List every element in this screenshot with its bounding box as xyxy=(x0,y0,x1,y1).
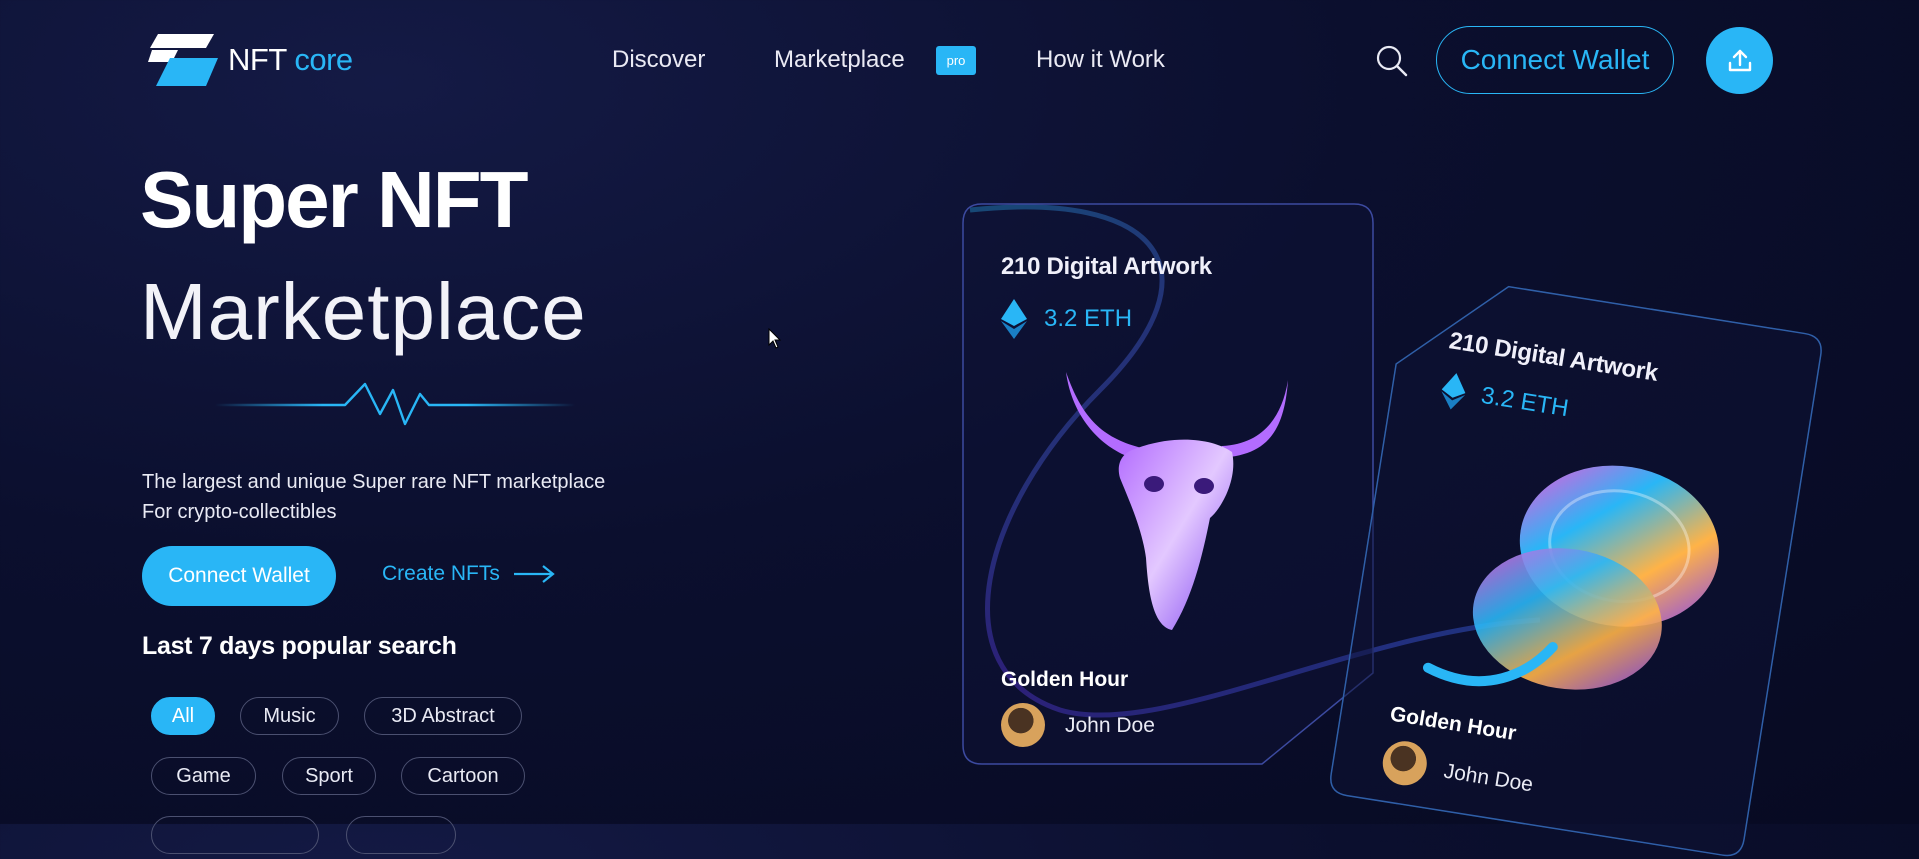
nav-marketplace[interactable]: Marketplace xyxy=(774,46,905,74)
hero-title-bold: Super NFT xyxy=(140,155,528,244)
popular-search-title: Last 7 days popular search xyxy=(142,632,457,660)
pulse-line-icon xyxy=(215,382,575,426)
create-nfts-label: Create NFTs xyxy=(382,562,500,585)
nav-how-it-work[interactable]: How it Work xyxy=(1036,46,1165,74)
hero-connect-wallet-button[interactable]: Connect Wallet xyxy=(142,546,336,606)
ethereum-icon xyxy=(1001,299,1027,339)
card-name: Golden Hour xyxy=(1001,668,1129,691)
chip-game[interactable]: Game xyxy=(151,757,256,795)
nft-card[interactable]: 210 Digital Artwork 3.2 ETH Golden Hour … xyxy=(1327,270,1825,859)
logo-accent: core xyxy=(294,42,353,77)
hero-description-line2: For crypto-collectibles xyxy=(142,501,337,523)
card-owner: John Doe xyxy=(1065,714,1155,737)
logo-text: NFT core xyxy=(228,42,353,78)
abstract-swirl-image xyxy=(1423,465,1719,690)
upload-button[interactable] xyxy=(1706,27,1773,94)
logo[interactable]: NFT core xyxy=(148,34,353,86)
avatar xyxy=(1001,703,1045,747)
hero-description-line1: The largest and unique Super rare NFT ma… xyxy=(142,471,606,493)
upload-icon xyxy=(1728,49,1751,71)
connect-wallet-button[interactable]: Connect Wallet xyxy=(1436,26,1674,94)
card-title: 210 Digital Artwork xyxy=(1001,253,1212,280)
card-price-row: 3.2 ETH xyxy=(1001,299,1132,339)
hero-description: The largest and unique Super rare NFT ma… xyxy=(142,467,605,527)
search-icon[interactable] xyxy=(1375,44,1409,78)
ethereum-icon xyxy=(1441,373,1466,410)
chip-partial[interactable] xyxy=(151,816,319,854)
chip-cartoon[interactable]: Cartoon xyxy=(401,757,525,795)
pro-badge: pro xyxy=(936,46,976,75)
create-nfts-link[interactable]: Create NFTs xyxy=(382,562,556,586)
card-price: 3.2 ETH xyxy=(1044,305,1133,332)
logo-name: NFT xyxy=(228,42,287,77)
mouse-cursor-icon xyxy=(768,328,782,349)
chip-music[interactable]: Music xyxy=(240,697,339,735)
chip-partial[interactable] xyxy=(346,816,456,854)
chip-sport[interactable]: Sport xyxy=(282,757,376,795)
chip-all[interactable]: All xyxy=(151,697,215,735)
bull-skull-image xyxy=(1066,372,1288,630)
logo-mark-icon xyxy=(148,34,218,86)
arrow-right-icon xyxy=(513,565,555,583)
chip-3d-abstract[interactable]: 3D Abstract xyxy=(364,697,522,735)
hero-title-thin: Marketplace xyxy=(140,267,587,356)
nav-discover[interactable]: Discover xyxy=(612,46,705,74)
nft-card[interactable]: 210 Digital Artwork 3.2 ETH Golden Hour … xyxy=(962,203,1374,765)
